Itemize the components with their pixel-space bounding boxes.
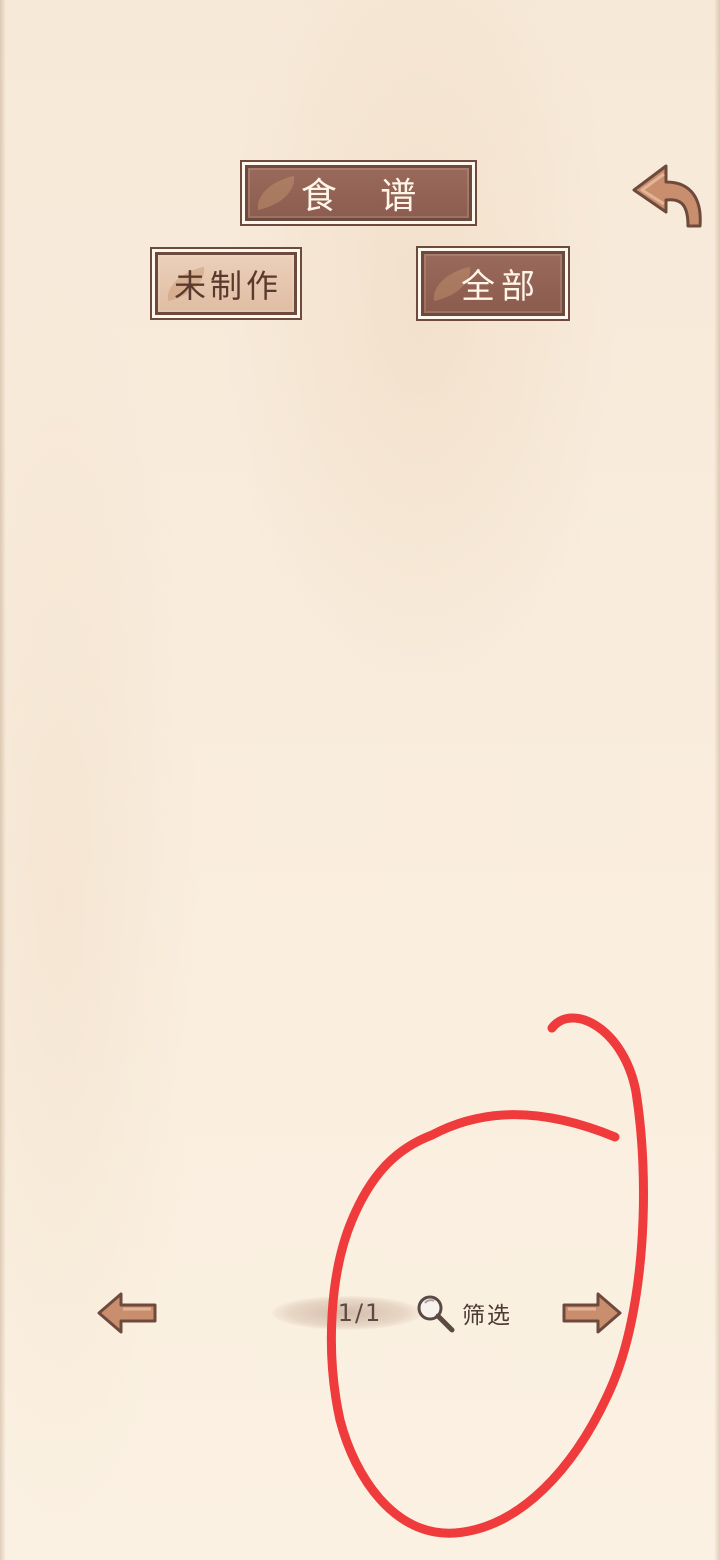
recipe-title-plaque: 食 谱 — [242, 162, 475, 224]
left-arrow-icon — [97, 1292, 157, 1334]
back-button[interactable] — [630, 160, 704, 230]
panel-edge-right — [714, 0, 720, 1560]
tab-all-label: 全部 — [461, 267, 541, 307]
next-page-button[interactable] — [560, 1290, 624, 1336]
tab-all[interactable]: 全部 — [418, 248, 568, 319]
filter-label: 筛选 — [462, 1303, 512, 1329]
page-indicator: 1/1 — [337, 1299, 383, 1327]
magnifier-icon — [417, 1295, 455, 1333]
panel-edge-left — [0, 0, 6, 1560]
tab-unmade[interactable]: 未制作 — [152, 249, 300, 318]
page-title: 食 谱 — [300, 176, 433, 217]
filter-button[interactable]: 筛选 — [414, 1290, 514, 1336]
tab-unmade-label: 未制作 — [173, 266, 282, 305]
back-curved-arrow-icon — [632, 164, 702, 228]
prev-page-button[interactable] — [95, 1290, 159, 1336]
right-arrow-icon — [562, 1292, 622, 1334]
